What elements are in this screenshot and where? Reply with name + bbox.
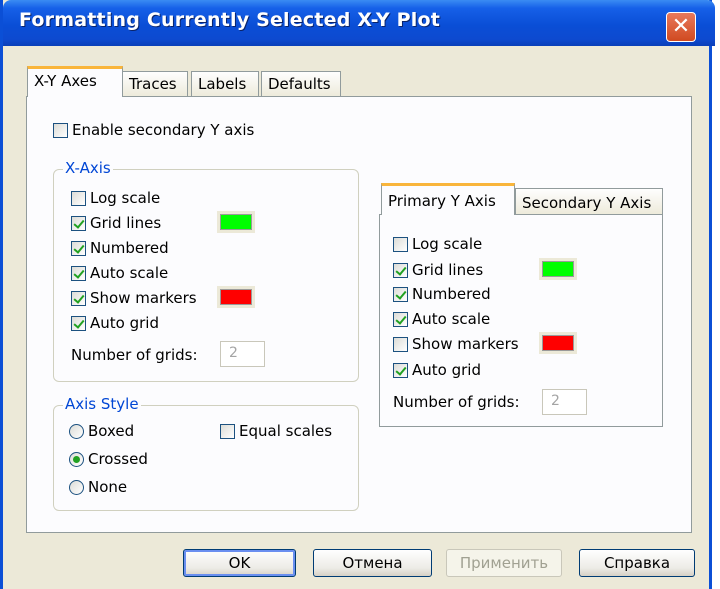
checkbox-box[interactable] bbox=[71, 265, 86, 281]
tab-defaults[interactable]: Defaults bbox=[261, 71, 341, 98]
y-grid-lines-checkbox[interactable]: Grid lines bbox=[393, 259, 483, 281]
x-auto-grid-checkbox[interactable]: Auto grid bbox=[71, 312, 159, 334]
y-grid-color-swatch[interactable] bbox=[542, 261, 574, 277]
radio-label: Crossed bbox=[88, 450, 148, 468]
checkbox-box[interactable] bbox=[220, 423, 235, 439]
checkbox-label: Log scale bbox=[90, 189, 161, 207]
radio-circle[interactable] bbox=[69, 479, 84, 495]
x-grid-color-swatch[interactable] bbox=[220, 214, 252, 230]
radio-label: Boxed bbox=[88, 422, 135, 440]
radio-label: None bbox=[88, 478, 128, 496]
x-marker-color-swatch[interactable] bbox=[220, 289, 252, 305]
checkbox-box[interactable] bbox=[71, 290, 86, 306]
y-auto-scale-checkbox[interactable]: Auto scale bbox=[393, 308, 490, 330]
ok-button[interactable]: OK bbox=[183, 549, 296, 577]
tab-primary-y-axis[interactable]: Primary Y Axis bbox=[381, 183, 515, 215]
x-number-of-grids-label: Number of grids: bbox=[71, 346, 198, 364]
cancel-button[interactable]: Отмена bbox=[313, 549, 432, 577]
dialog-body: X-Y Axes Traces Labels Defaults Enable s… bbox=[3, 46, 709, 589]
checkbox-label: Show markers bbox=[90, 289, 197, 307]
crossed-radio[interactable]: Crossed bbox=[69, 448, 148, 470]
checkbox-box[interactable] bbox=[393, 236, 408, 252]
checkbox-box[interactable] bbox=[393, 336, 408, 352]
checkbox-label: Equal scales bbox=[239, 422, 333, 440]
y-auto-grid-checkbox[interactable]: Auto grid bbox=[393, 359, 481, 381]
checkbox-box[interactable] bbox=[71, 215, 86, 231]
checkbox-box[interactable] bbox=[71, 240, 86, 256]
tab-label: Defaults bbox=[268, 75, 331, 93]
tab-label: Secondary Y Axis bbox=[522, 194, 652, 212]
checkbox-label: Grid lines bbox=[412, 261, 484, 279]
checkbox-box[interactable] bbox=[393, 262, 408, 278]
x-grid-lines-checkbox[interactable]: Grid lines bbox=[71, 212, 161, 234]
tab-traces[interactable]: Traces bbox=[122, 71, 188, 98]
y-numbered-checkbox[interactable]: Numbered bbox=[393, 283, 491, 305]
x-log-scale-checkbox[interactable]: Log scale bbox=[71, 187, 160, 209]
checkbox-box[interactable] bbox=[53, 122, 68, 138]
close-button[interactable]: ✕ bbox=[666, 12, 696, 42]
y-show-markers-checkbox[interactable]: Show markers bbox=[393, 333, 519, 355]
x-numbered-checkbox[interactable]: Numbered bbox=[71, 237, 169, 259]
tab-x-y-axes[interactable]: X-Y Axes bbox=[27, 66, 123, 97]
tab-panel-x-y-axes: Enable secondary Y axis X-Axis Log scale… bbox=[26, 96, 692, 533]
checkbox-label: Grid lines bbox=[90, 214, 162, 232]
y-number-of-grids-label: Number of grids: bbox=[393, 393, 520, 411]
checkbox-label: Show markers bbox=[412, 335, 519, 353]
title-bar[interactable]: Formatting Currently Selected X-Y Plot ✕ bbox=[3, 0, 715, 46]
equal-scales-checkbox[interactable]: Equal scales bbox=[220, 420, 332, 442]
window-title: Formatting Currently Selected X-Y Plot bbox=[19, 9, 441, 31]
checkbox-label: Auto grid bbox=[412, 361, 481, 379]
y-log-scale-checkbox[interactable]: Log scale bbox=[393, 233, 482, 255]
radio-circle[interactable] bbox=[69, 451, 84, 467]
checkbox-label: Numbered bbox=[412, 285, 491, 303]
checkbox-label: Auto grid bbox=[90, 314, 159, 332]
close-icon: ✕ bbox=[671, 14, 691, 39]
dialog-window: Formatting Currently Selected X-Y Plot ✕… bbox=[0, 0, 715, 589]
tab-label: X-Y Axes bbox=[34, 72, 97, 90]
tab-labels[interactable]: Labels bbox=[191, 71, 259, 98]
checkbox-box[interactable] bbox=[393, 286, 408, 302]
none-radio[interactable]: None bbox=[69, 476, 127, 498]
checkbox-box[interactable] bbox=[71, 315, 86, 331]
help-button[interactable]: Справка bbox=[579, 549, 695, 577]
checkbox-label: Numbered bbox=[90, 239, 169, 257]
checkbox-label: Enable secondary Y axis bbox=[72, 121, 255, 139]
checkbox-label: Auto scale bbox=[90, 264, 169, 282]
tab-label: Primary Y Axis bbox=[388, 192, 496, 210]
tab-label: Traces bbox=[129, 75, 177, 93]
x-number-of-grids-input[interactable]: 2 bbox=[220, 341, 265, 367]
x-auto-scale-checkbox[interactable]: Auto scale bbox=[71, 262, 168, 284]
checkbox-label: Log scale bbox=[412, 235, 483, 253]
checkbox-label: Auto scale bbox=[412, 310, 491, 328]
apply-button[interactable]: Применить bbox=[446, 549, 562, 577]
axis-style-group-title: Axis Style bbox=[63, 395, 141, 413]
enable-secondary-y-checkbox[interactable]: Enable secondary Y axis bbox=[53, 119, 254, 141]
tab-secondary-y-axis[interactable]: Secondary Y Axis bbox=[515, 188, 663, 216]
checkbox-box[interactable] bbox=[393, 362, 408, 378]
checkbox-box[interactable] bbox=[71, 190, 86, 206]
boxed-radio[interactable]: Boxed bbox=[69, 420, 134, 442]
y-marker-color-swatch[interactable] bbox=[542, 335, 574, 351]
x-axis-group-title: X-Axis bbox=[63, 159, 113, 177]
checkbox-box[interactable] bbox=[393, 311, 408, 327]
radio-circle[interactable] bbox=[69, 423, 84, 439]
x-show-markers-checkbox[interactable]: Show markers bbox=[71, 287, 197, 309]
tab-label: Labels bbox=[198, 75, 247, 93]
y-number-of-grids-input[interactable]: 2 bbox=[542, 389, 587, 415]
